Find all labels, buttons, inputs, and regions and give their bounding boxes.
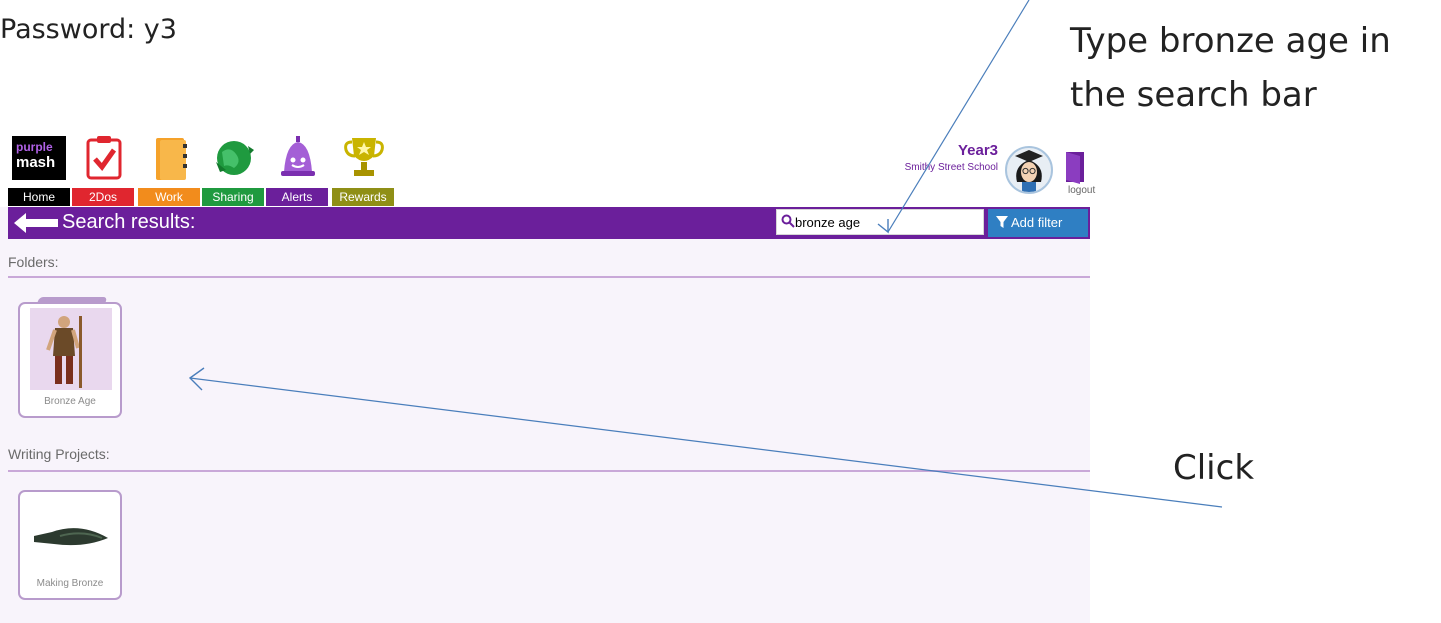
- add-filter-label: Add filter: [1011, 215, 1063, 230]
- search-icon: [781, 214, 795, 228]
- nav-sharing-label: Sharing: [202, 188, 264, 206]
- nav-rewards[interactable]: Rewards: [332, 130, 394, 206]
- folder-card-label: Bronze Age: [44, 396, 96, 407]
- bell-icon: [281, 136, 315, 176]
- purple-mash-app: purple mash Home 2Dos Work Sharing Alert…: [0, 124, 1095, 623]
- writing-divider: [8, 470, 1090, 472]
- avatar[interactable]: [1005, 146, 1053, 194]
- search-box[interactable]: [776, 209, 984, 235]
- folder-card-bronze-age[interactable]: Bronze Age: [18, 302, 122, 418]
- writing-card-making-bronze[interactable]: Making Bronze: [18, 490, 122, 600]
- search-instruction: Type bronze age in the search bar: [1070, 14, 1391, 122]
- search-instruction-line2: the search bar: [1070, 75, 1317, 115]
- user-name: Year3: [957, 142, 998, 159]
- bronze-axe-image: [34, 528, 108, 546]
- filter-funnel-icon: [996, 216, 1008, 228]
- folder-icon: [156, 138, 187, 180]
- globe-icon: [216, 141, 254, 175]
- nav-rewards-label: Rewards: [332, 188, 394, 206]
- nav-work[interactable]: Work: [138, 130, 200, 206]
- top-navigation: purple mash Home 2Dos Work Sharing Alert…: [0, 124, 1095, 207]
- click-instruction: Click: [1173, 448, 1255, 488]
- trophy-icon: [344, 138, 384, 176]
- nav-home-label: Home: [8, 188, 70, 206]
- nav-alerts-label: Alerts: [266, 188, 328, 206]
- writing-section-title: Writing Projects:: [8, 446, 110, 462]
- user-school: Smithy Street School: [904, 162, 998, 173]
- writing-card-label: Making Bronze: [36, 578, 104, 589]
- nav-2dos[interactable]: 2Dos: [72, 130, 134, 206]
- nav-2dos-label: 2Dos: [72, 188, 134, 206]
- logout-link[interactable]: logout: [1068, 185, 1095, 196]
- page-title: Search results:: [62, 211, 196, 233]
- purple-mash-logo-icon: purple mash: [12, 136, 66, 180]
- add-filter-button[interactable]: Add filter: [988, 209, 1088, 237]
- nav-work-label: Work: [138, 188, 200, 206]
- bronze-age-man-image: [30, 308, 112, 390]
- nav-home[interactable]: purple mash Home: [8, 130, 70, 206]
- logo-text-mash: mash: [16, 154, 56, 171]
- back-arrow-icon[interactable]: [12, 212, 60, 234]
- search-input[interactable]: [795, 212, 975, 232]
- search-header: Search results: Add filter: [8, 207, 1090, 239]
- password-annotation: Password: y3: [0, 14, 177, 45]
- folders-divider: [8, 276, 1090, 278]
- nav-sharing[interactable]: Sharing: [202, 130, 264, 206]
- avatar-icon: [1015, 150, 1043, 192]
- logo-text-purple: purple: [16, 140, 53, 154]
- folders-section-title: Folders:: [8, 254, 59, 270]
- nav-alerts[interactable]: Alerts: [266, 130, 328, 206]
- clipboard-check-icon: [86, 136, 122, 180]
- search-instruction-line1: Type bronze age in: [1070, 21, 1391, 61]
